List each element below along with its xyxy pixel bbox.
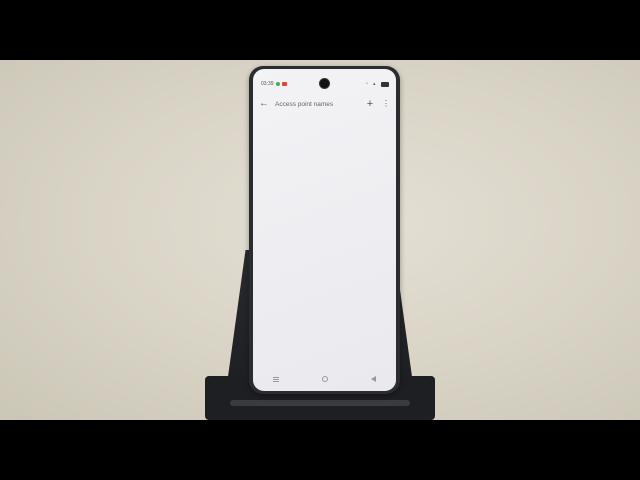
wifi-icon: ◔: [365, 80, 369, 87]
plus-icon[interactable]: +: [365, 99, 375, 110]
back-triangle-icon[interactable]: [371, 376, 376, 382]
privacy-indicator-icon: [275, 82, 280, 86]
more-vert-icon[interactable]: ⋮: [381, 99, 391, 109]
navigation-bar: [273, 375, 376, 383]
arrow-left-icon[interactable]: ←: [259, 99, 273, 109]
battery-icon: [381, 81, 389, 87]
recent-apps-icon[interactable]: [273, 376, 279, 382]
phone-device: 03:39 ◔ ▴ ← Access point names + ⋮: [249, 66, 400, 394]
app-bar: ← Access point names + ⋮: [259, 97, 391, 111]
letterbox-bottom: [0, 420, 640, 480]
status-bar: 03:39 ◔ ▴: [261, 80, 389, 88]
letterbox-top: [0, 0, 640, 60]
status-time: 03:39: [261, 81, 274, 87]
page-title: Access point names: [275, 100, 334, 108]
notification-icon: [281, 82, 287, 86]
phone-stand-lip: [230, 400, 410, 406]
camera-frame: 03:39 ◔ ▴ ← Access point names + ⋮: [0, 60, 640, 420]
home-icon[interactable]: [322, 376, 328, 382]
status-icons: ◔ ▴: [365, 80, 389, 87]
phone-screen: 03:39 ◔ ▴ ← Access point names + ⋮: [253, 69, 396, 391]
signal-icon: ▴: [373, 80, 376, 87]
